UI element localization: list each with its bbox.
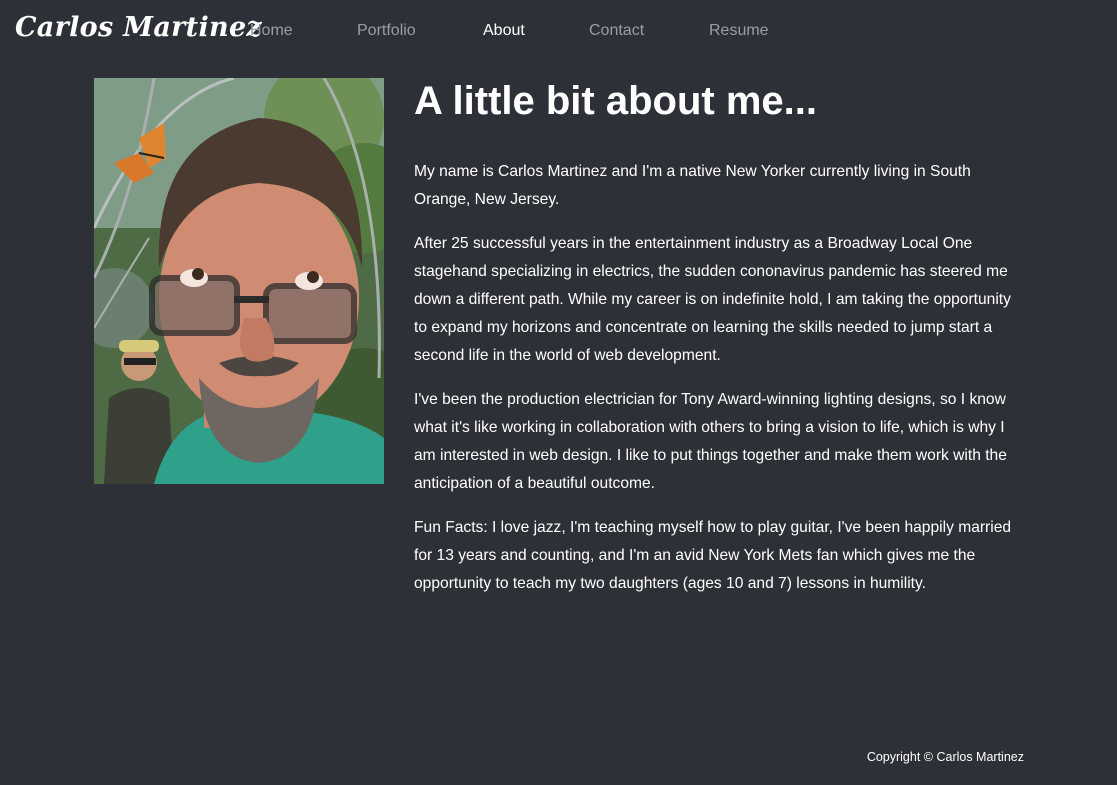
bio-paragraph: My name is Carlos Martinez and I'm a nat… [414, 163, 971, 208]
footer-copyright: Copyright © Carlos Martinez [866, 750, 1024, 764]
bio-paragraph: Fun Facts: I love jazz, I'm teaching mys… [414, 519, 1012, 592]
nav-resume[interactable]: Resume [709, 22, 769, 40]
site-header: Carlos Martinez Home Portfolio About Con… [0, 0, 1117, 64]
bio-paragraph: I've been the production electrician for… [414, 391, 1007, 492]
nav-home[interactable]: Home [250, 22, 293, 40]
page-title: A little bit about me... [414, 79, 817, 123]
nav-contact[interactable]: Contact [589, 22, 644, 40]
nav-portfolio[interactable]: Portfolio [357, 22, 416, 40]
brand-logo[interactable]: Carlos Martinez [15, 12, 262, 43]
about-page: Carlos Martinez Home Portfolio About Con… [0, 0, 1117, 785]
profile-photo [94, 78, 384, 484]
nav-about[interactable]: About [483, 22, 525, 40]
bio-paragraph: After 25 successful years in the enterta… [414, 235, 1011, 364]
bio-section: My name is Carlos Martinez and I'm a nat… [414, 158, 1028, 614]
